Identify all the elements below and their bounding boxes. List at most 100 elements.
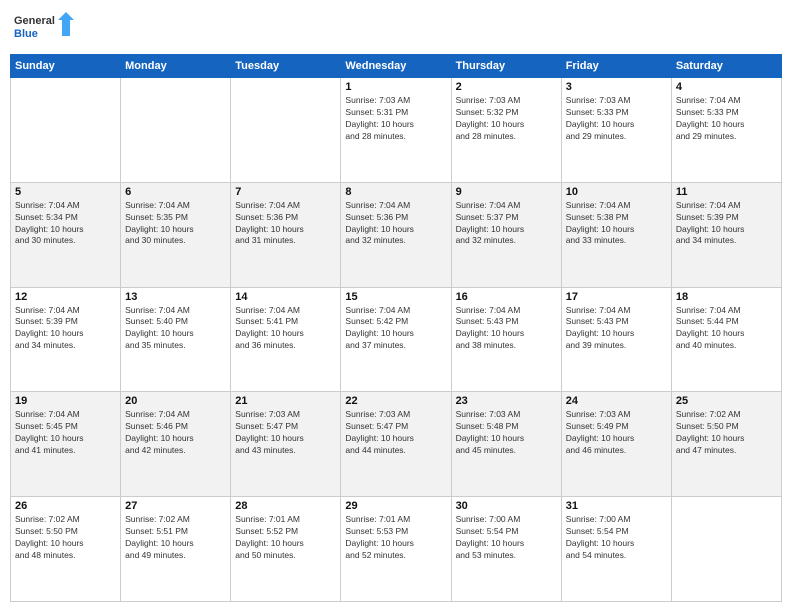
- day-info: Sunrise: 7:03 AM Sunset: 5:48 PM Dayligh…: [456, 409, 557, 457]
- calendar-cell: 18 Sunrise: 7:04 AM Sunset: 5:44 PM Dayli…: [671, 287, 781, 392]
- day-info: Sunrise: 7:04 AM Sunset: 5:39 PM Dayligh…: [676, 200, 777, 248]
- day-info: Sunrise: 7:04 AM Sunset: 5:37 PM Dayligh…: [456, 200, 557, 248]
- calendar-cell: 14 Sunrise: 7:04 AM Sunset: 5:41 PM Dayli…: [231, 287, 341, 392]
- day-info: Sunrise: 7:03 AM Sunset: 5:33 PM Dayligh…: [566, 95, 667, 143]
- day-info: Sunrise: 7:02 AM Sunset: 5:51 PM Dayligh…: [125, 514, 226, 562]
- weekday-header-sunday: Sunday: [11, 55, 121, 78]
- day-info: Sunrise: 7:04 AM Sunset: 5:43 PM Dayligh…: [456, 305, 557, 353]
- day-info: Sunrise: 7:04 AM Sunset: 5:46 PM Dayligh…: [125, 409, 226, 457]
- day-info: Sunrise: 7:00 AM Sunset: 5:54 PM Dayligh…: [456, 514, 557, 562]
- calendar-cell: 12 Sunrise: 7:04 AM Sunset: 5:39 PM Dayli…: [11, 287, 121, 392]
- day-info: Sunrise: 7:04 AM Sunset: 5:40 PM Dayligh…: [125, 305, 226, 353]
- day-info: Sunrise: 7:03 AM Sunset: 5:32 PM Dayligh…: [456, 95, 557, 143]
- weekday-header-row: SundayMondayTuesdayWednesdayThursdayFrid…: [11, 55, 782, 78]
- calendar-cell: 3 Sunrise: 7:03 AM Sunset: 5:33 PM Daylig…: [561, 78, 671, 183]
- day-info: Sunrise: 7:04 AM Sunset: 5:43 PM Dayligh…: [566, 305, 667, 353]
- day-number: 17: [566, 291, 667, 303]
- calendar-cell: [11, 78, 121, 183]
- calendar-table: SundayMondayTuesdayWednesdayThursdayFrid…: [10, 54, 782, 602]
- week-row-4: 19 Sunrise: 7:04 AM Sunset: 5:45 PM Dayli…: [11, 392, 782, 497]
- day-info: Sunrise: 7:04 AM Sunset: 5:38 PM Dayligh…: [566, 200, 667, 248]
- day-info: Sunrise: 7:04 AM Sunset: 5:33 PM Dayligh…: [676, 95, 777, 143]
- calendar-cell: 30Sunrise: 7:00 AM Sunset: 5:54 PM Dayli…: [451, 497, 561, 602]
- day-info: Sunrise: 7:03 AM Sunset: 5:47 PM Dayligh…: [235, 409, 336, 457]
- calendar-cell: 28 Sunrise: 7:01 AM Sunset: 5:52 PM Dayli…: [231, 497, 341, 602]
- weekday-header-thursday: Thursday: [451, 55, 561, 78]
- weekday-header-tuesday: Tuesday: [231, 55, 341, 78]
- logo: General Blue: [14, 10, 74, 46]
- calendar-cell: 23 Sunrise: 7:03 AM Sunset: 5:48 PM Dayli…: [451, 392, 561, 497]
- weekday-header-monday: Monday: [121, 55, 231, 78]
- day-number: 4: [676, 81, 777, 93]
- day-number: 10: [566, 186, 667, 198]
- day-number: 23: [456, 395, 557, 407]
- day-info: Sunrise: 7:04 AM Sunset: 5:39 PM Dayligh…: [15, 305, 116, 353]
- calendar-cell: 21Sunrise: 7:03 AM Sunset: 5:47 PM Dayli…: [231, 392, 341, 497]
- svg-text:General: General: [14, 15, 55, 27]
- day-number: 27: [125, 500, 226, 512]
- week-row-1: 1 Sunrise: 7:03 AM Sunset: 5:31 PM Daylig…: [11, 78, 782, 183]
- calendar-cell: 29Sunrise: 7:01 AM Sunset: 5:53 PM Dayli…: [341, 497, 451, 602]
- day-number: 28: [235, 500, 336, 512]
- weekday-header-saturday: Saturday: [671, 55, 781, 78]
- day-number: 31: [566, 500, 667, 512]
- calendar-cell: 15 Sunrise: 7:04 AM Sunset: 5:42 PM Dayli…: [341, 287, 451, 392]
- day-number: 2: [456, 81, 557, 93]
- day-info: Sunrise: 7:04 AM Sunset: 5:45 PM Dayligh…: [15, 409, 116, 457]
- day-info: Sunrise: 7:04 AM Sunset: 5:34 PM Dayligh…: [15, 200, 116, 248]
- day-info: Sunrise: 7:04 AM Sunset: 5:44 PM Dayligh…: [676, 305, 777, 353]
- day-info: Sunrise: 7:01 AM Sunset: 5:53 PM Dayligh…: [345, 514, 446, 562]
- day-info: Sunrise: 7:01 AM Sunset: 5:52 PM Dayligh…: [235, 514, 336, 562]
- calendar-cell: 25 Sunrise: 7:02 AM Sunset: 5:50 PM Dayli…: [671, 392, 781, 497]
- week-row-3: 12 Sunrise: 7:04 AM Sunset: 5:39 PM Dayli…: [11, 287, 782, 392]
- calendar-cell: 19 Sunrise: 7:04 AM Sunset: 5:45 PM Dayli…: [11, 392, 121, 497]
- calendar-cell: 5 Sunrise: 7:04 AM Sunset: 5:34 PM Daylig…: [11, 182, 121, 287]
- calendar-cell: 26Sunrise: 7:02 AM Sunset: 5:50 PM Dayli…: [11, 497, 121, 602]
- day-number: 25: [676, 395, 777, 407]
- day-number: 16: [456, 291, 557, 303]
- day-info: Sunrise: 7:02 AM Sunset: 5:50 PM Dayligh…: [676, 409, 777, 457]
- weekday-header-wednesday: Wednesday: [341, 55, 451, 78]
- week-row-5: 26Sunrise: 7:02 AM Sunset: 5:50 PM Dayli…: [11, 497, 782, 602]
- day-number: 15: [345, 291, 446, 303]
- calendar-cell: 17 Sunrise: 7:04 AM Sunset: 5:43 PM Dayli…: [561, 287, 671, 392]
- calendar-cell: 13 Sunrise: 7:04 AM Sunset: 5:40 PM Dayli…: [121, 287, 231, 392]
- calendar-cell: 4 Sunrise: 7:04 AM Sunset: 5:33 PM Daylig…: [671, 78, 781, 183]
- week-row-2: 5 Sunrise: 7:04 AM Sunset: 5:34 PM Daylig…: [11, 182, 782, 287]
- calendar-cell: [231, 78, 341, 183]
- day-info: Sunrise: 7:03 AM Sunset: 5:47 PM Dayligh…: [345, 409, 446, 457]
- day-number: 24: [566, 395, 667, 407]
- day-number: 5: [15, 186, 116, 198]
- calendar-cell: [671, 497, 781, 602]
- calendar-cell: 8Sunrise: 7:04 AM Sunset: 5:36 PM Daylig…: [341, 182, 451, 287]
- day-number: 19: [15, 395, 116, 407]
- calendar-cell: 20Sunrise: 7:04 AM Sunset: 5:46 PM Dayli…: [121, 392, 231, 497]
- day-info: Sunrise: 7:04 AM Sunset: 5:36 PM Dayligh…: [345, 200, 446, 248]
- header: General Blue: [10, 10, 782, 46]
- day-number: 3: [566, 81, 667, 93]
- calendar-cell: 11Sunrise: 7:04 AM Sunset: 5:39 PM Dayli…: [671, 182, 781, 287]
- logo-svg: General Blue: [14, 10, 74, 46]
- svg-text:Blue: Blue: [14, 28, 38, 40]
- day-number: 12: [15, 291, 116, 303]
- day-info: Sunrise: 7:02 AM Sunset: 5:50 PM Dayligh…: [15, 514, 116, 562]
- day-number: 1: [345, 81, 446, 93]
- day-number: 13: [125, 291, 226, 303]
- day-number: 14: [235, 291, 336, 303]
- calendar-cell: 16 Sunrise: 7:04 AM Sunset: 5:43 PM Dayli…: [451, 287, 561, 392]
- day-info: Sunrise: 7:00 AM Sunset: 5:54 PM Dayligh…: [566, 514, 667, 562]
- day-number: 7: [235, 186, 336, 198]
- day-info: Sunrise: 7:04 AM Sunset: 5:41 PM Dayligh…: [235, 305, 336, 353]
- calendar-cell: 22Sunrise: 7:03 AM Sunset: 5:47 PM Dayli…: [341, 392, 451, 497]
- calendar-cell: 31 Sunrise: 7:00 AM Sunset: 5:54 PM Dayli…: [561, 497, 671, 602]
- day-info: Sunrise: 7:03 AM Sunset: 5:31 PM Dayligh…: [345, 95, 446, 143]
- day-info: Sunrise: 7:04 AM Sunset: 5:42 PM Dayligh…: [345, 305, 446, 353]
- day-number: 18: [676, 291, 777, 303]
- calendar-cell: 2 Sunrise: 7:03 AM Sunset: 5:32 PM Daylig…: [451, 78, 561, 183]
- calendar-cell: 1 Sunrise: 7:03 AM Sunset: 5:31 PM Daylig…: [341, 78, 451, 183]
- calendar-cell: 24Sunrise: 7:03 AM Sunset: 5:49 PM Dayli…: [561, 392, 671, 497]
- day-info: Sunrise: 7:04 AM Sunset: 5:35 PM Dayligh…: [125, 200, 226, 248]
- day-number: 9: [456, 186, 557, 198]
- calendar-cell: 27 Sunrise: 7:02 AM Sunset: 5:51 PM Dayli…: [121, 497, 231, 602]
- calendar-cell: 9 Sunrise: 7:04 AM Sunset: 5:37 PM Daylig…: [451, 182, 561, 287]
